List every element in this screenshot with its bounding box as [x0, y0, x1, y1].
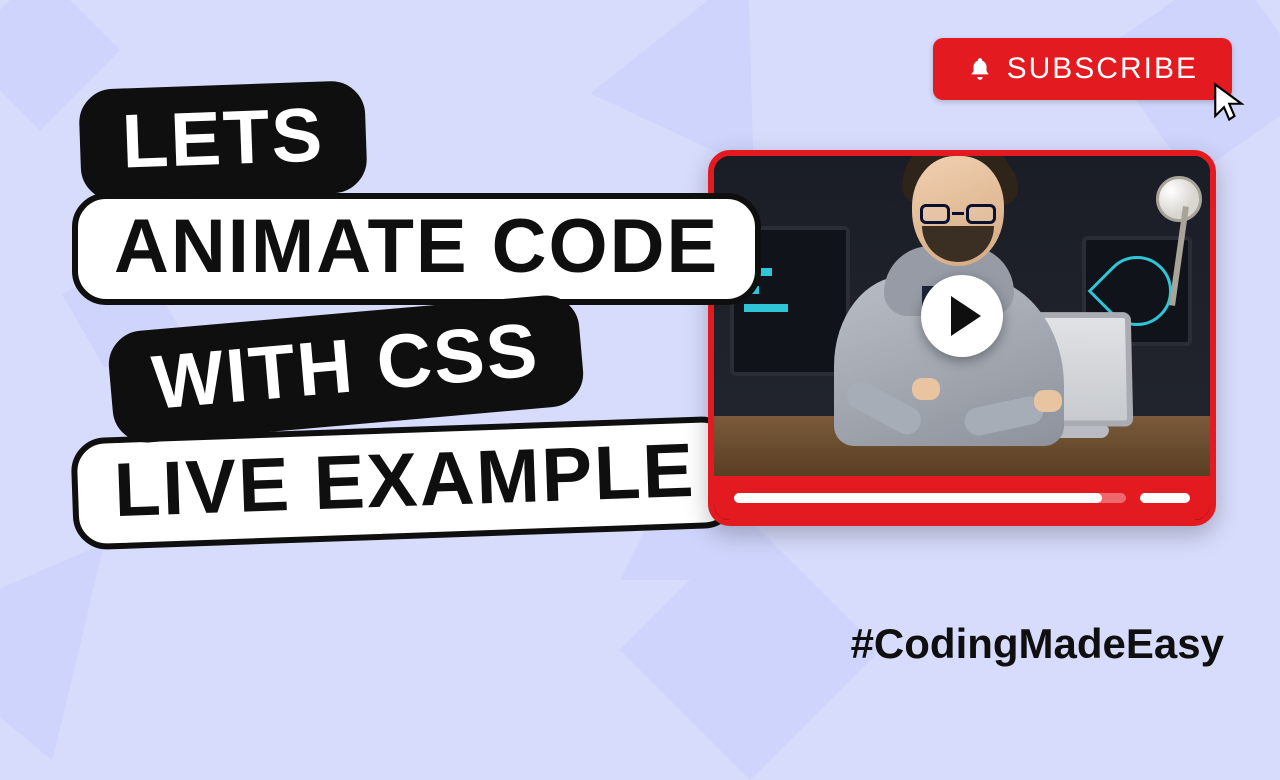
- headline-line-1: LETS: [78, 80, 368, 202]
- cursor-icon: [1210, 81, 1252, 128]
- desk-lamp: [1156, 176, 1202, 222]
- progress-track[interactable]: [734, 493, 1126, 503]
- subscribe-label: SUBSCRIBE: [1007, 52, 1198, 86]
- play-icon[interactable]: [921, 275, 1003, 357]
- video-thumbnail-image: [714, 156, 1210, 476]
- bell-icon: [967, 56, 993, 82]
- video-progress-bar[interactable]: [714, 476, 1210, 520]
- video-thumbnail-card[interactable]: [708, 150, 1216, 526]
- subscribe-button[interactable]: SUBSCRIBE: [933, 38, 1232, 100]
- progress-fill: [734, 493, 1102, 503]
- headline-stack: LETS ANIMATE CODE WITH CSS LIVE EXAMPLE: [80, 85, 761, 539]
- hashtag-text: #CodingMadeEasy: [851, 620, 1224, 668]
- headline-line-2: ANIMATE CODE: [72, 193, 761, 305]
- subscribe-area: SUBSCRIBE: [933, 38, 1232, 100]
- progress-segment: [1140, 493, 1190, 503]
